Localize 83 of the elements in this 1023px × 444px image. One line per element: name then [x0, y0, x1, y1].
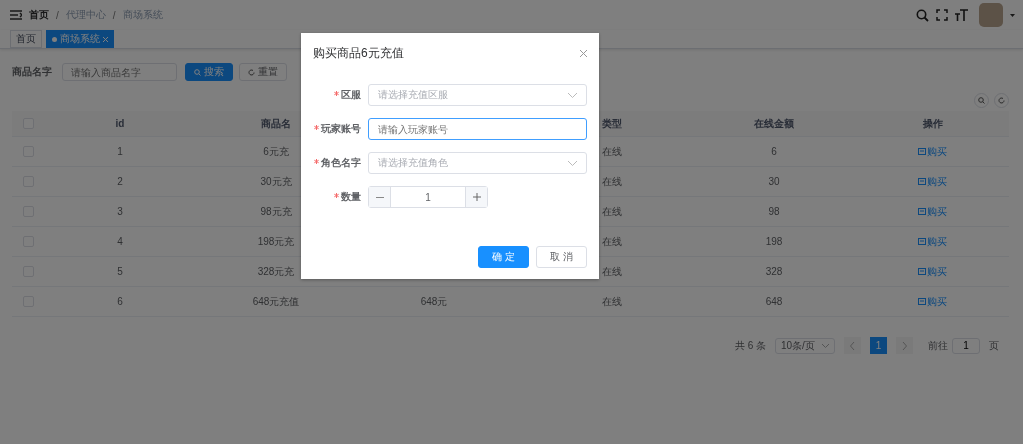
plus-icon[interactable] — [472, 193, 481, 201]
field-label: 商品名字 — [12, 65, 52, 79]
tag[interactable]: 首页 — [10, 30, 42, 48]
chevron-down-icon — [822, 343, 829, 348]
tag[interactable]: 商场系统 — [46, 30, 114, 48]
confirm-button[interactable]: 确 定 — [478, 246, 530, 268]
table-cell: 在线 — [602, 235, 622, 247]
search-button[interactable]: 搜索 — [185, 63, 233, 81]
reset-button[interactable]: 重置 — [239, 63, 287, 81]
refresh-button[interactable] — [994, 93, 1009, 108]
buy-link[interactable]: 购买 — [918, 144, 947, 159]
previous-page-button[interactable] — [844, 337, 861, 354]
table-cell: 4 — [117, 236, 123, 247]
chevron-right-icon — [902, 341, 907, 350]
table-cell: 648元 — [420, 295, 448, 307]
breadcrumb-link[interactable]: 首页 — [29, 8, 49, 22]
table-cell: 648 — [765, 296, 783, 307]
table-cell: 在线 — [602, 205, 622, 217]
column-header: 操作 — [922, 117, 943, 129]
buy-link[interactable]: 购买 — [918, 294, 947, 309]
buy-link[interactable]: 购买 — [918, 234, 947, 249]
field-label: 区服 — [341, 88, 361, 102]
dialog-title: 购买商品6元充值 — [313, 45, 404, 62]
column-header: 商品名 — [261, 117, 291, 129]
table-cell: 6元充 — [263, 145, 289, 157]
select-field[interactable]: 请选择充值区服 — [368, 84, 587, 106]
table-cell: 3 — [117, 206, 123, 217]
search-icon[interactable] — [916, 8, 929, 22]
table-cell: 6 — [117, 296, 123, 307]
table-cell: 30 — [768, 176, 780, 187]
table-cell: 648元充值 — [252, 295, 300, 307]
table-cell: 在线 — [602, 265, 622, 277]
table-cell: 198元充 — [257, 235, 295, 247]
chevron-down-icon — [568, 92, 577, 98]
caret-icon[interactable] — [1010, 13, 1015, 17]
table-cell: 1 — [117, 146, 123, 157]
font-size-icon[interactable] — [955, 9, 968, 21]
buy-link[interactable]: 购买 — [918, 174, 947, 189]
input-field[interactable]: 请输入玩家账号 — [368, 118, 587, 140]
minus-icon[interactable] — [375, 196, 384, 198]
column-header: 类型 — [602, 117, 622, 129]
breadcrumb-separator: / — [56, 9, 59, 21]
field-label: 角色名字 — [321, 156, 361, 170]
table-cell: 2 — [117, 176, 123, 187]
page-suffix: 页 — [989, 338, 999, 353]
page-size-select[interactable]: 10条/页 — [775, 337, 835, 354]
chevron-left-icon — [850, 341, 855, 350]
table-cell: 5 — [117, 266, 123, 277]
close-icon[interactable] — [580, 50, 587, 57]
field-label: 数量 — [341, 190, 361, 204]
buy-link[interactable]: 购买 — [918, 264, 947, 279]
menu-icon[interactable] — [10, 10, 22, 20]
table-cell: 30元充 — [260, 175, 292, 187]
breadcrumb-separator: / — [112, 9, 116, 21]
table-cell: 在线 — [602, 175, 622, 187]
chevron-down-icon — [568, 160, 577, 166]
table-cell: 在线 — [602, 295, 622, 307]
avatar-photo-placeholder[interactable] — [979, 3, 1003, 27]
total-count: 共 6 条 — [734, 338, 766, 353]
table-cell: 6 — [771, 146, 777, 157]
search-icon — [194, 68, 201, 76]
page-button[interactable]: 1 — [870, 337, 887, 354]
select-field[interactable]: 请选择充值角色 — [368, 152, 587, 174]
table-cell: 328元充 — [257, 265, 295, 277]
table-cell: 98 — [768, 206, 780, 217]
goto-label: 前往 — [928, 338, 948, 353]
table-cell: 98元充 — [260, 205, 292, 217]
refresh-icon — [998, 97, 1005, 104]
number-stepper[interactable]: 1 — [368, 186, 488, 208]
table-cell: 328 — [765, 266, 783, 277]
cancel-button[interactable]: 取 消 — [536, 246, 587, 268]
buy-link[interactable]: 购买 — [918, 204, 947, 219]
field-label: 玩家账号 — [321, 122, 361, 136]
column-header: id — [115, 118, 125, 129]
table-cell: 198 — [765, 236, 783, 247]
next-page-button[interactable] — [896, 337, 913, 354]
refresh-icon — [248, 68, 255, 76]
page-input[interactable]: 1 — [952, 337, 980, 354]
table-cell: 在线 — [602, 145, 622, 157]
fullscreen-icon[interactable] — [936, 9, 948, 21]
search-button[interactable] — [974, 93, 989, 108]
column-header: 在线金额 — [754, 117, 794, 129]
search-icon — [978, 97, 985, 104]
